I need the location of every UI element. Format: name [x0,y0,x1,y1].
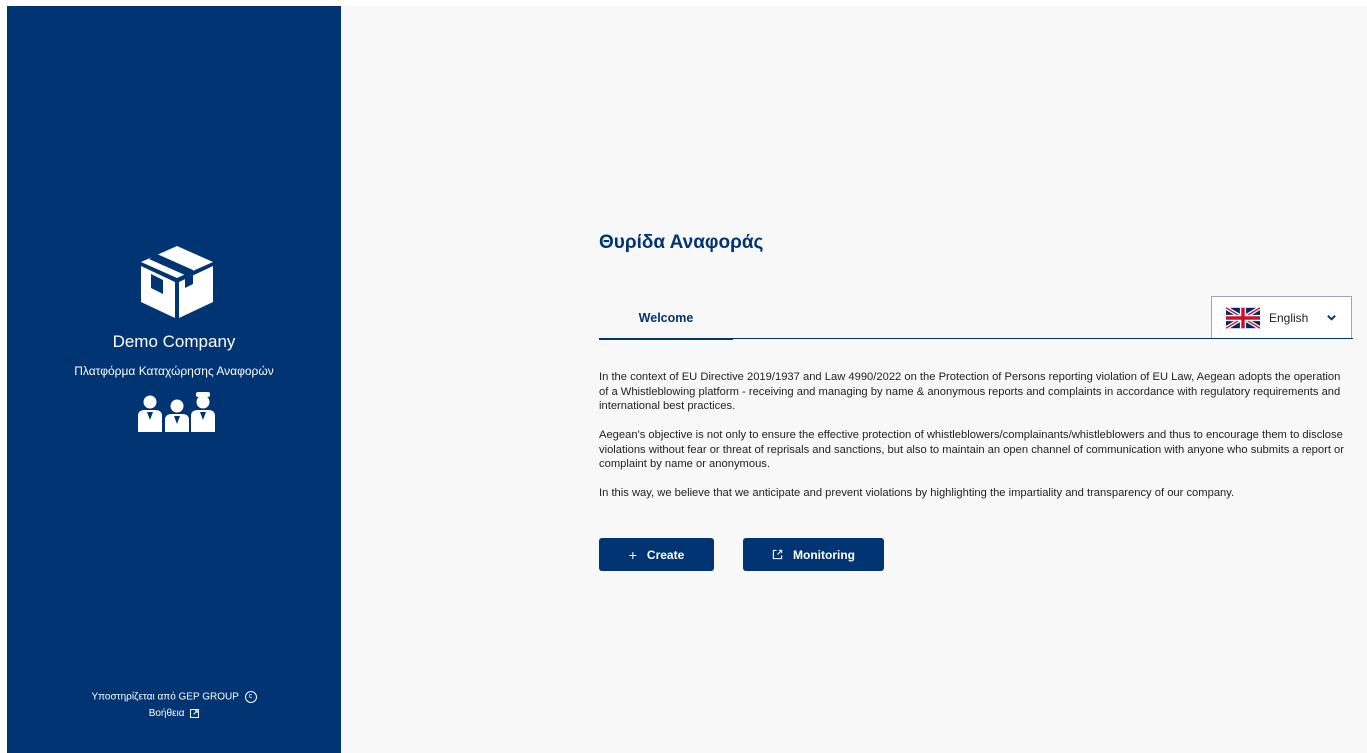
paragraph-1: In the context of EU Directive 2019/1937… [599,371,1341,412]
external-link-icon [190,708,200,718]
paragraph-2: Aegean's objective is not only to ensure… [599,429,1345,470]
monitoring-button[interactable]: Monitoring [743,538,884,571]
supported-by-text: Υποστηρίζεται από GEP GROUP [91,691,239,703]
paragraph-3: In this way, we believe that we anticipa… [599,487,1235,499]
external-link-icon [772,549,783,560]
help-label: Βοήθεια [148,708,185,719]
language-label: English [1269,310,1309,325]
main-panel: Θυρίδα Αναφοράς Welcome English In the c… [341,6,1367,753]
plus-icon: + [628,546,637,563]
monitoring-label: Monitoring [793,547,855,562]
help-link[interactable]: Βοήθεια [7,708,341,719]
uk-flag-icon [1226,306,1260,329]
box-icon [141,246,213,318]
platform-name: Πλατφόρμα Καταχώρησης Αναφορών [74,364,274,378]
tabs-divider [599,338,1353,339]
company-name: Demo Company [112,332,236,351]
create-button[interactable]: + Create [599,538,714,571]
page-title: Θυρίδα Αναφοράς [599,232,764,253]
create-label: Create [646,547,685,562]
sidebar: Demo Company Πλατφόρμα Καταχώρησης Αναφο… [7,6,341,753]
tab-welcome[interactable]: Welcome [599,306,733,340]
language-select[interactable]: English [1211,296,1352,338]
supported-by: Υποστηρίζεται από GEP GROUP c [7,691,341,703]
chevron-down-icon [1327,315,1336,321]
copyright-icon: c [244,691,257,703]
people-icon [138,392,215,432]
welcome-content: In the context of EU Directive 2019/1937… [599,370,1351,515]
